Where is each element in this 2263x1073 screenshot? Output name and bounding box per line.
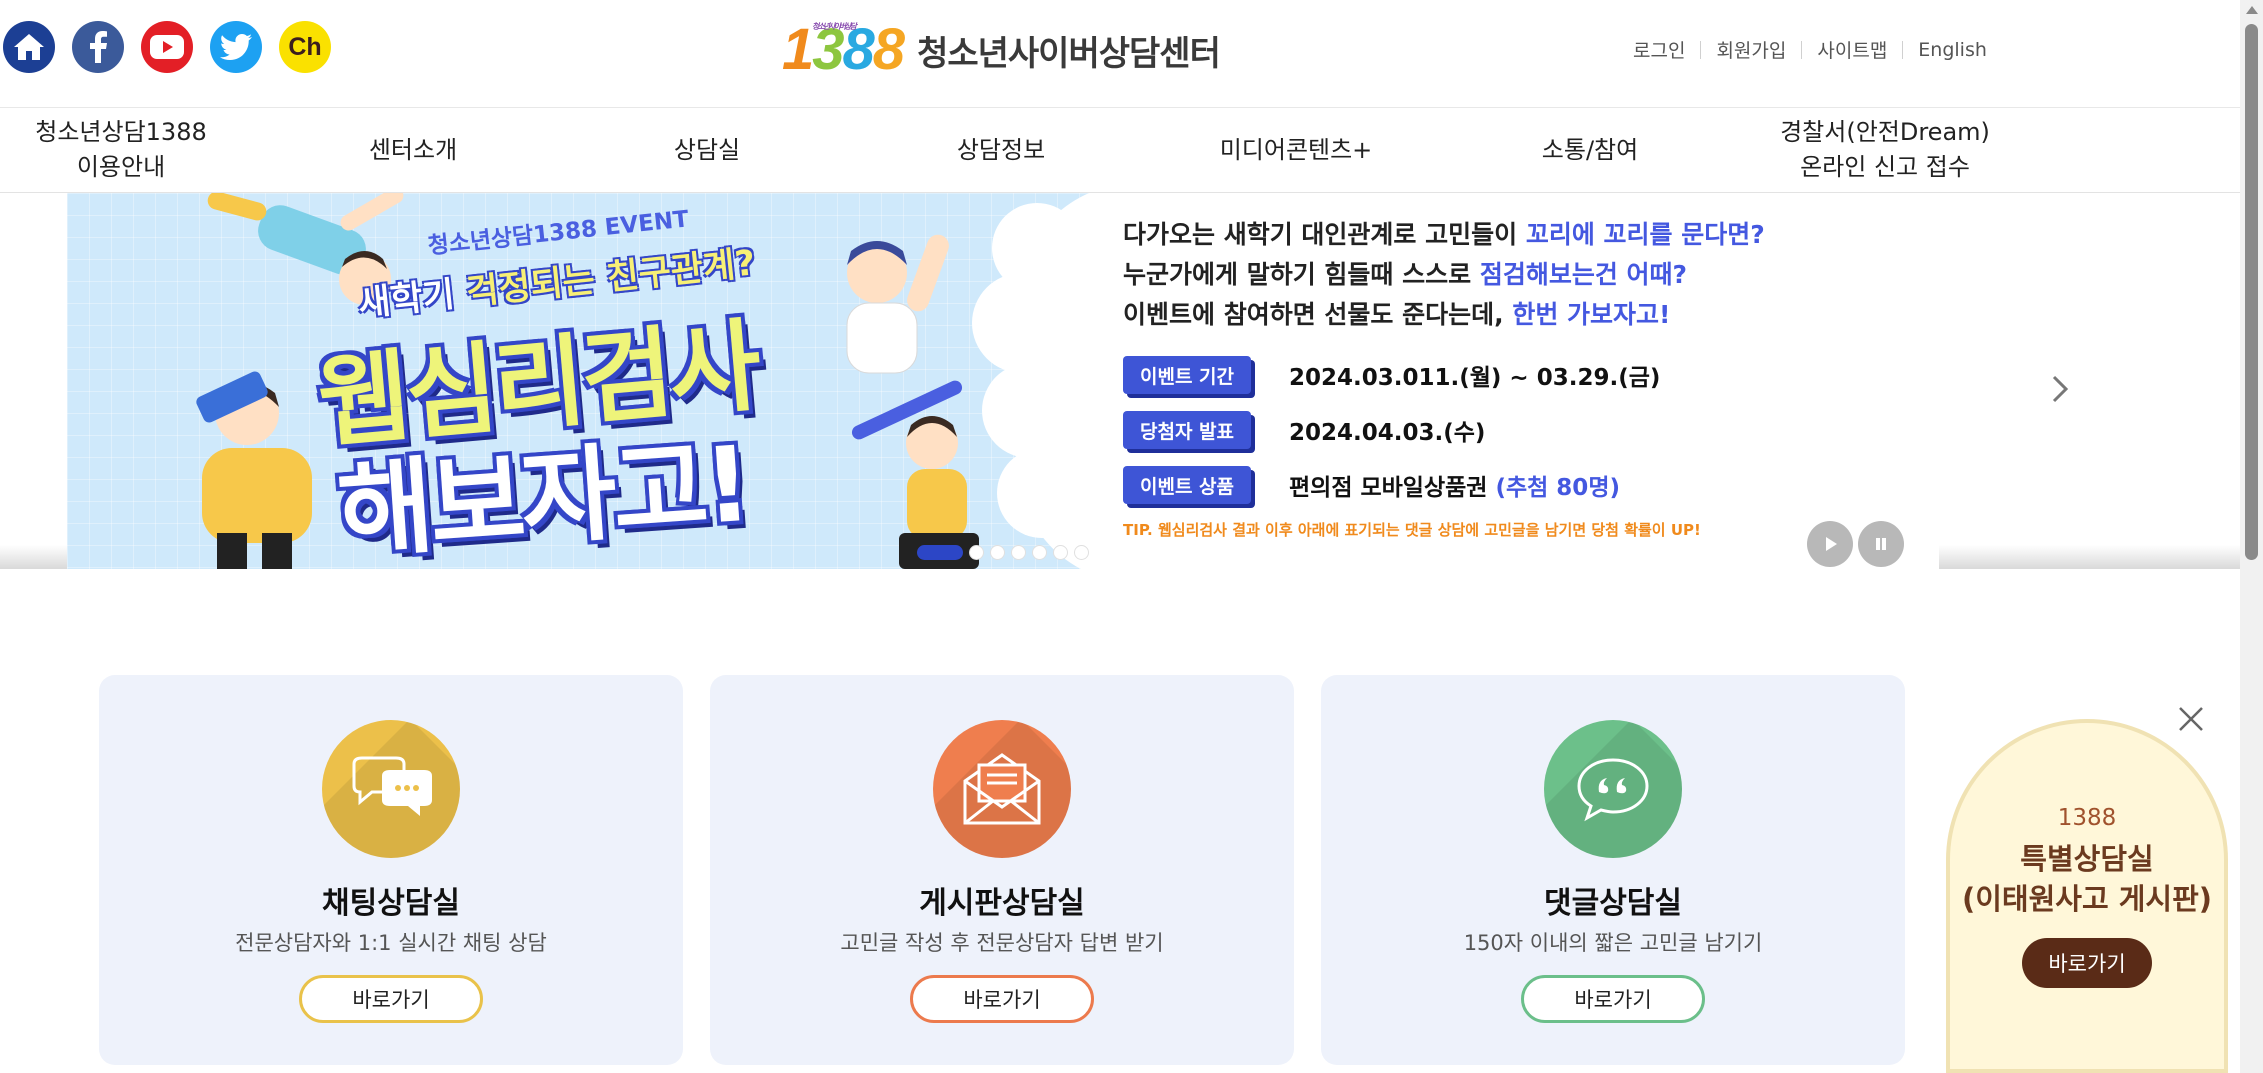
pause-icon bbox=[1876, 538, 1886, 550]
popup-title: 특별상담실 (이태원사고 게시판) bbox=[1950, 839, 2224, 919]
chat-bubbles-icon bbox=[322, 720, 460, 858]
banner-copy-highlight: 점검해보는건 어때? bbox=[1479, 260, 1688, 289]
popup-number: 1388 bbox=[2057, 805, 2117, 831]
event-prize-badge: 이벤트 상품 bbox=[1123, 466, 1251, 504]
facebook-icon[interactable] bbox=[72, 21, 124, 73]
banner-tip: TIP. 웹심리검사 결과 이후 아래에 표기되는 댓글 상담에 고민글을 남기… bbox=[1123, 521, 1701, 539]
card-title: 채팅상담실 bbox=[322, 886, 460, 921]
popup-title-line1: 특별상담실 bbox=[2020, 842, 2154, 876]
quote-bubble-icon bbox=[1544, 720, 1682, 858]
banner-copy-line: 누군가에게 말하기 힘들때 스스로 점검해보는건 어때? bbox=[1123, 255, 1765, 295]
event-period-value: 2024.03.011.(월) ~ 03.29.(금) bbox=[1289, 358, 1660, 392]
chevron-right-icon[interactable] bbox=[2048, 369, 2072, 409]
youtube-icon[interactable] bbox=[141, 21, 193, 73]
logo-tagline: 청소년사이버상담 bbox=[812, 22, 857, 31]
banner-copy-highlight: 꼬리에 꼬리를 문다면? bbox=[1525, 220, 1765, 249]
event-prize-highlight: (추첨 80명) bbox=[1495, 475, 1620, 501]
close-icon[interactable] bbox=[2176, 704, 2206, 734]
winner-announcement-row: 당첨자 발표 2024.04.03.(수) bbox=[1123, 410, 1660, 450]
event-prize-text: 편의점 모바일상품권 bbox=[1289, 475, 1496, 501]
nav-item-about[interactable]: 센터소개 bbox=[313, 108, 513, 192]
student-illustration bbox=[851, 380, 979, 569]
logo-1388: 청소년사이버상담 1388 bbox=[782, 17, 905, 82]
special-counseling-popup[interactable]: 1388 특별상담실 (이태원사고 게시판) 바로가기 bbox=[1946, 719, 2228, 1073]
chat-counseling-card[interactable]: 채팅상담실 전문상담자와 1:1 실시간 채팅 상담 바로가기 bbox=[99, 675, 683, 1065]
nav-item-police-report[interactable]: 경찰서(안전Dream) 온라인 신고 접수 bbox=[1750, 108, 2020, 192]
play-button[interactable] bbox=[1807, 521, 1853, 567]
winner-announcement-text: 2024.04.03.(수) bbox=[1289, 420, 1486, 446]
sitemap-link[interactable]: 사이트맵 bbox=[1802, 36, 1902, 63]
twitter-icon[interactable] bbox=[210, 21, 262, 73]
event-period-badge: 이벤트 기간 bbox=[1123, 356, 1251, 394]
home-icon[interactable] bbox=[3, 21, 55, 73]
nav-item-guide[interactable]: 청소년상담1388 이용안내 bbox=[0, 108, 242, 192]
slide-dot[interactable] bbox=[1032, 545, 1047, 560]
card-description: 150자 이내의 짧은 고민글 남기기 bbox=[1463, 931, 1763, 955]
main-nav: 청소년상담1388 이용안내 센터소개 상담실 상담정보 미디어콘텐츠+ 소통/… bbox=[0, 108, 2240, 192]
envelope-icon bbox=[933, 720, 1071, 858]
utility-links: 로그인 회원가입 사이트맵 English bbox=[1618, 36, 2002, 63]
card-description: 전문상담자와 1:1 실시간 채팅 상담 bbox=[235, 931, 547, 955]
popup-go-button[interactable]: 바로가기 bbox=[2022, 938, 2152, 988]
signup-link[interactable]: 회원가입 bbox=[1701, 36, 1801, 63]
kakao-channel-icon[interactable]: Ch bbox=[279, 21, 331, 73]
banner-copy-line: 다가오는 새학기 대인관계로 고민들이 꼬리에 꼬리를 문다면? bbox=[1123, 215, 1765, 255]
slide-dot-active[interactable] bbox=[917, 545, 963, 560]
board-counseling-go-button[interactable]: 바로가기 bbox=[910, 975, 1094, 1023]
banner-slide[interactable]: 청소년상담1388 EVENT 새학기 걱정되는 친구관계? 웹심리검사 해보자… bbox=[67, 193, 1939, 569]
slide-dot[interactable] bbox=[1011, 545, 1026, 560]
comment-counseling-go-button[interactable]: 바로가기 bbox=[1521, 975, 1705, 1023]
nav-item-community[interactable]: 소통/참여 bbox=[1490, 108, 1690, 192]
nav-item-counseling-room[interactable]: 상담실 bbox=[607, 108, 807, 192]
event-prize-row: 이벤트 상품 편의점 모바일상품권 (추첨 80명) bbox=[1123, 465, 1660, 505]
banner-copy-highlight: 한번 가보자고! bbox=[1512, 300, 1671, 329]
card-title: 게시판상담실 bbox=[919, 886, 1085, 921]
chat-counseling-go-button[interactable]: 바로가기 bbox=[299, 975, 483, 1023]
winner-announcement-value: 2024.04.03.(수) bbox=[1289, 413, 1485, 447]
play-icon bbox=[1826, 537, 1837, 551]
banner-copy-text: 이벤트에 참여하면 선물도 준다는데, bbox=[1123, 300, 1513, 329]
nav-item-counseling-info[interactable]: 상담정보 bbox=[901, 108, 1101, 192]
slide-dot[interactable] bbox=[969, 545, 984, 560]
scroll-thumb[interactable] bbox=[2245, 24, 2258, 560]
logo-text: 청소년사이버상담센터 bbox=[917, 33, 1221, 74]
banner-copy-line: 이벤트에 참여하면 선물도 준다는데, 한번 가보자고! bbox=[1123, 295, 1765, 335]
card-description: 고민글 작성 후 전문상담자 답변 받기 bbox=[840, 931, 1164, 955]
slide-dot[interactable] bbox=[1053, 545, 1068, 560]
english-link[interactable]: English bbox=[1903, 39, 2002, 61]
site-logo[interactable]: 청소년사이버상담 1388 청소년사이버상담센터 bbox=[782, 10, 1221, 90]
winner-announcement-badge: 당첨자 발표 bbox=[1123, 411, 1251, 449]
card-title: 댓글상담실 bbox=[1544, 886, 1682, 921]
event-period-text: 2024.03.011.(월) ~ 03.29.(금) bbox=[1289, 365, 1661, 391]
scroll-up-arrow-icon[interactable] bbox=[2246, 6, 2258, 14]
slide-dot[interactable] bbox=[1074, 545, 1089, 560]
main-banner: 청소년상담1388 EVENT 새학기 걱정되는 친구관계? 웹심리검사 해보자… bbox=[0, 193, 2240, 569]
slide-dot[interactable] bbox=[990, 545, 1005, 560]
student-illustration bbox=[846, 234, 949, 374]
board-counseling-card[interactable]: 게시판상담실 고민글 작성 후 전문상담자 답변 받기 바로가기 bbox=[710, 675, 1294, 1065]
slide-pagination bbox=[917, 545, 1089, 560]
kakao-channel-label: Ch bbox=[288, 32, 322, 61]
banner-copy-text: 다가오는 새학기 대인관계로 고민들이 bbox=[1123, 220, 1526, 249]
popup-title-line2: (이태원사고 게시판) bbox=[1961, 882, 2213, 916]
banner-event-details: 이벤트 기간 2024.03.011.(월) ~ 03.29.(금) 당첨자 발… bbox=[1123, 355, 1660, 520]
event-period-row: 이벤트 기간 2024.03.011.(월) ~ 03.29.(금) bbox=[1123, 355, 1660, 395]
banner-title-line2: 해보자고! bbox=[333, 422, 752, 569]
nav-item-media-content[interactable]: 미디어콘텐츠+ bbox=[1176, 108, 1416, 192]
banner-copy-text: 누군가에게 말하기 힘들때 스스로 bbox=[1123, 260, 1480, 289]
login-link[interactable]: 로그인 bbox=[1618, 36, 1700, 63]
event-prize-value: 편의점 모바일상품권 (추첨 80명) bbox=[1289, 468, 1620, 502]
comment-counseling-card[interactable]: 댓글상담실 150자 이내의 짧은 고민글 남기기 바로가기 bbox=[1321, 675, 1905, 1065]
social-links: Ch bbox=[3, 21, 331, 73]
banner-copy: 다가오는 새학기 대인관계로 고민들이 꼬리에 꼬리를 문다면? 누군가에게 말… bbox=[1123, 215, 1765, 335]
page-scrollbar[interactable] bbox=[2240, 0, 2263, 1073]
pause-button[interactable] bbox=[1858, 521, 1904, 567]
